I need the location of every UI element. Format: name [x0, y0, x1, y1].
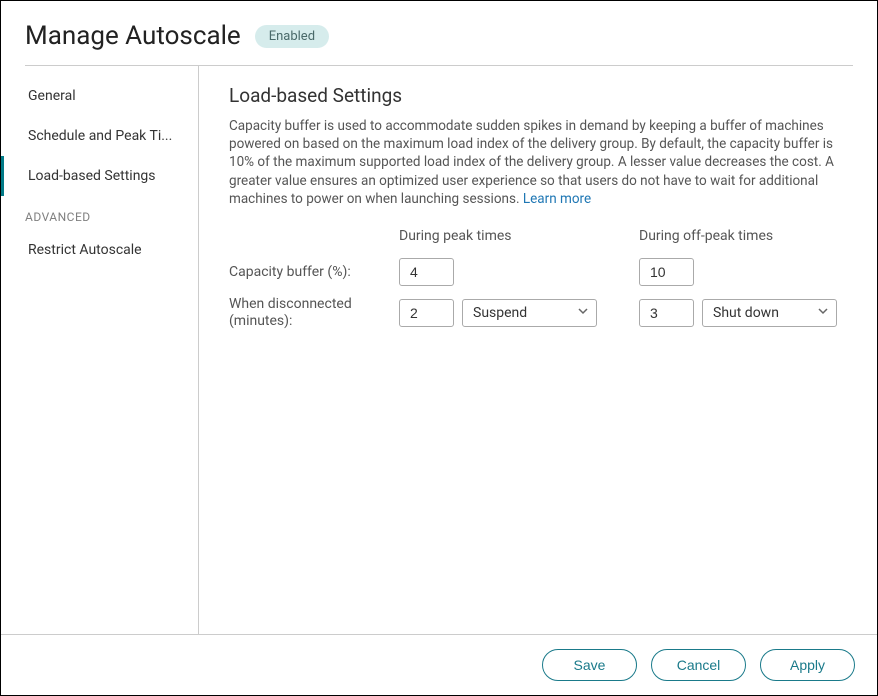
when-disconnected-peak-action-select[interactable]: Suspend — [462, 299, 597, 327]
apply-button[interactable]: Apply — [760, 649, 855, 681]
column-header-offpeak: During off-peak times — [639, 228, 839, 248]
dialog-header: Manage Autoscale Enabled — [1, 1, 877, 65]
capacity-buffer-peak-controls — [399, 258, 599, 286]
when-disconnected-offpeak-input[interactable] — [639, 299, 694, 327]
sidebar-item-restrict-autoscale[interactable]: Restrict Autoscale — [1, 230, 198, 270]
section-description: Capacity buffer is used to accommodate s… — [229, 117, 847, 208]
select-value: Suspend — [473, 305, 527, 321]
capacity-buffer-offpeak-controls — [639, 258, 839, 286]
select-value: Shut down — [713, 305, 779, 321]
when-disconnected-label-line1: When disconnected — [229, 296, 352, 312]
when-disconnected-label-line2: (minutes): — [229, 313, 292, 329]
manage-autoscale-dialog: Manage Autoscale Enabled General Schedul… — [0, 0, 878, 696]
when-disconnected-offpeak-action-select[interactable]: Shut down — [702, 299, 837, 327]
section-title: Load-based Settings — [229, 84, 847, 107]
save-button[interactable]: Save — [542, 649, 637, 681]
learn-more-link[interactable]: Learn more — [523, 191, 591, 207]
capacity-buffer-peak-input[interactable] — [399, 258, 454, 286]
sidebar-advanced-heading: ADVANCED — [1, 196, 198, 230]
sidebar-item-schedule-peak[interactable]: Schedule and Peak Ti... — [1, 116, 198, 156]
when-disconnected-peak-input[interactable] — [399, 299, 454, 327]
when-disconnected-offpeak-controls: Shut down — [639, 299, 839, 327]
capacity-buffer-label: Capacity buffer (%): — [229, 264, 399, 281]
status-badge: Enabled — [255, 25, 329, 48]
cancel-button[interactable]: Cancel — [651, 649, 746, 681]
when-disconnected-peak-controls: Suspend — [399, 299, 599, 327]
page-title: Manage Autoscale — [25, 21, 241, 51]
sidebar: General Schedule and Peak Ti... Load-bas… — [1, 66, 199, 634]
sidebar-item-load-based[interactable]: Load-based Settings — [1, 156, 198, 196]
main-panel: Load-based Settings Capacity buffer is u… — [199, 66, 877, 634]
sidebar-item-general[interactable]: General — [1, 76, 198, 116]
capacity-buffer-offpeak-input[interactable] — [639, 258, 694, 286]
column-header-peak: During peak times — [399, 228, 599, 248]
settings-grid: During peak times During off-peak times … — [229, 228, 847, 330]
dialog-body: General Schedule and Peak Ti... Load-bas… — [1, 66, 877, 634]
dialog-footer: Save Cancel Apply — [1, 634, 877, 695]
when-disconnected-label: When disconnected (minutes): — [229, 296, 399, 330]
